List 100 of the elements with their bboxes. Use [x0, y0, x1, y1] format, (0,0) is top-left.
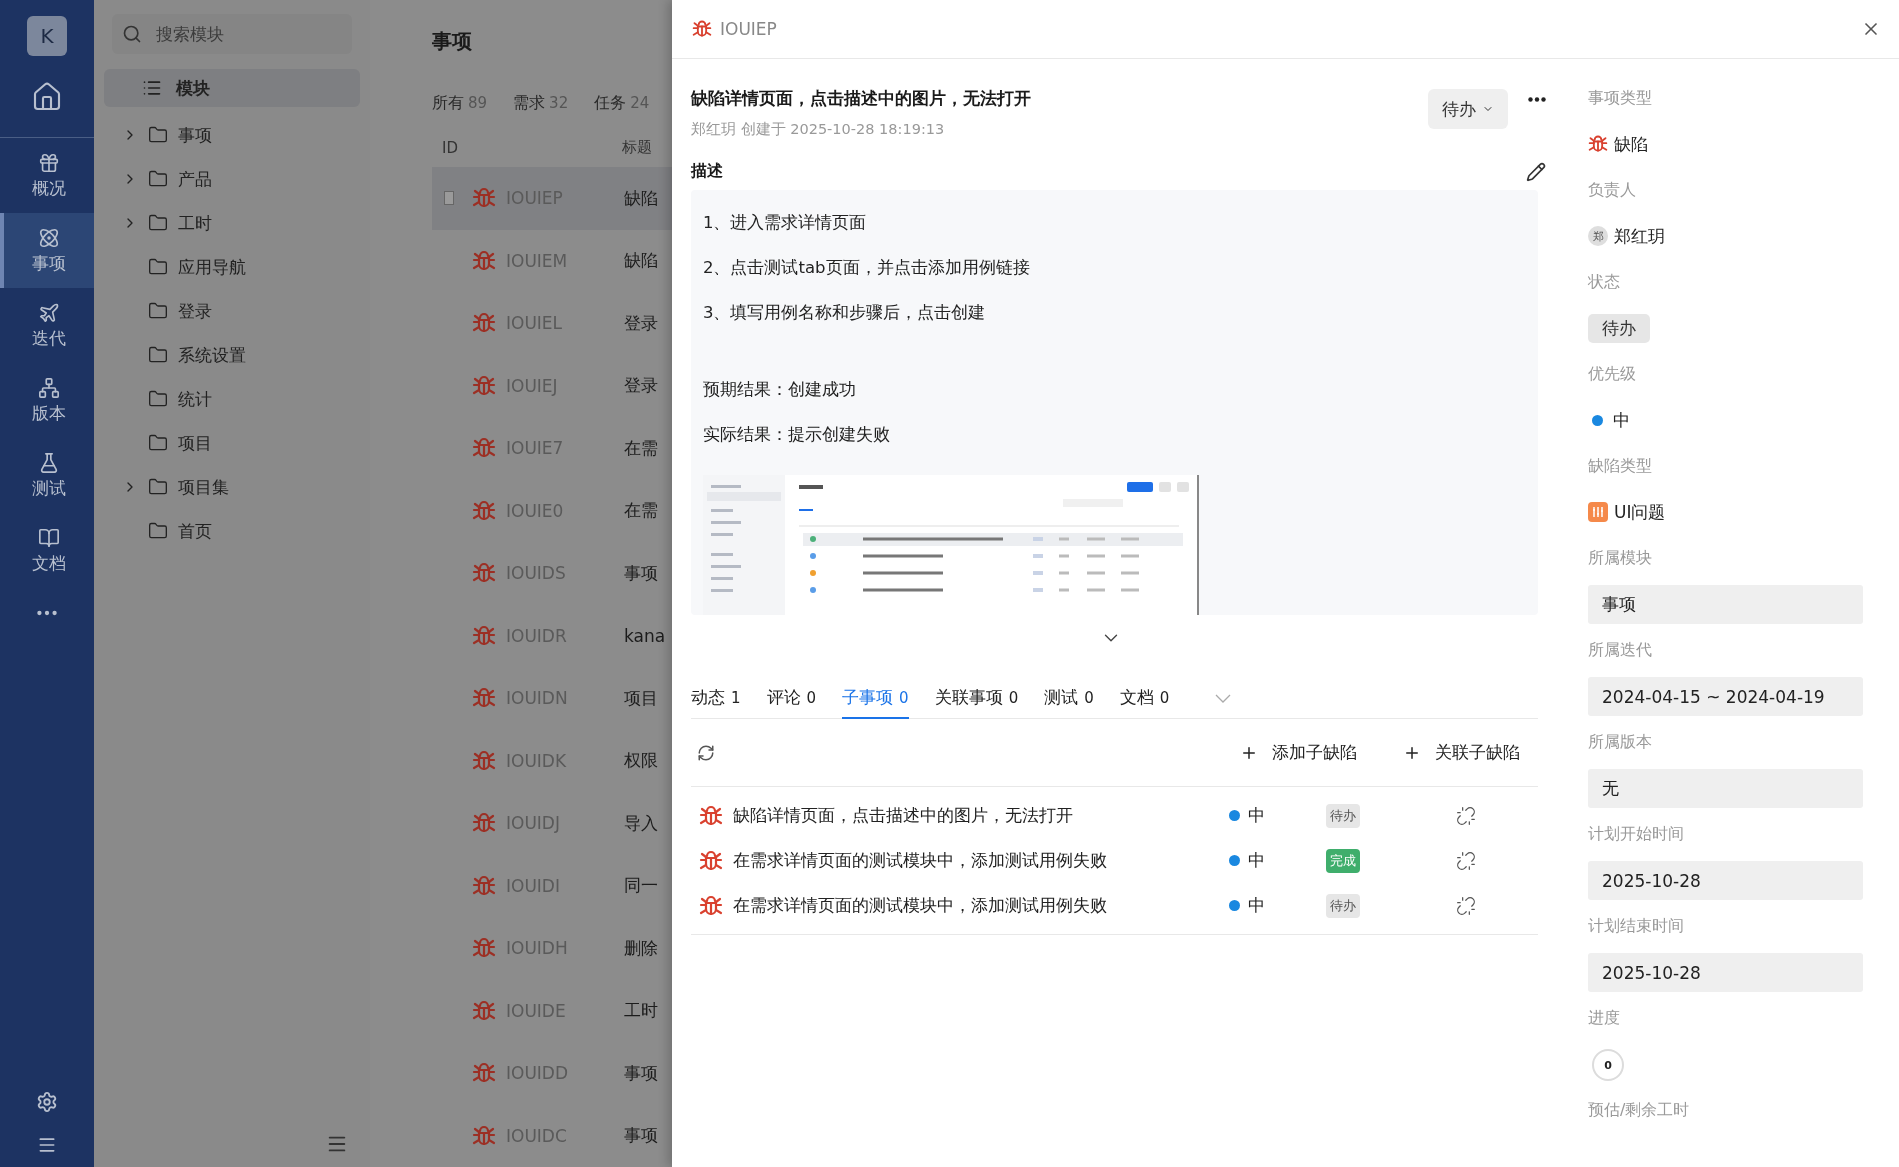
bug-icon: [472, 623, 496, 648]
module-header[interactable]: 模块: [104, 69, 360, 107]
table-cell: 事项: [624, 561, 658, 585]
table-cell: 登录: [624, 374, 658, 398]
field-label: 优先级: [1588, 362, 1637, 385]
bug-icon: [472, 748, 496, 773]
search-field[interactable]: 搜索模块: [112, 14, 352, 54]
refresh-button[interactable]: [697, 743, 715, 762]
tree-item[interactable]: 应用导航: [104, 245, 360, 289]
select-field[interactable]: 2024-04-15 ~ 2024-04-19: [1588, 677, 1863, 716]
item-id: IOUIEP: [720, 19, 777, 39]
folder-icon: [148, 433, 168, 453]
settings-icon[interactable]: [36, 1091, 58, 1113]
search-input[interactable]: 搜索模块: [154, 23, 324, 45]
item-title: 缺陷详情页面，点击描述中的图片，无法打开: [691, 87, 1032, 110]
status-tag: 待办: [1326, 803, 1360, 828]
nav-item[interactable]: 迭代: [0, 288, 94, 363]
tab[interactable]: 测试 0: [1044, 678, 1094, 719]
nav-item[interactable]: 文档: [0, 513, 94, 588]
list-icon: [142, 78, 162, 98]
field-label: 进度: [1588, 1006, 1621, 1029]
folder-icon: [148, 257, 168, 277]
table-cell: 登录: [624, 311, 658, 335]
tree-item[interactable]: 登录: [104, 289, 360, 333]
select-field[interactable]: 无: [1588, 769, 1863, 808]
tab[interactable]: 文档 0: [1119, 678, 1170, 719]
progress-ring: 0: [1592, 1049, 1624, 1081]
add-button[interactable]: 添加子缺陷: [1240, 741, 1357, 764]
table-cell: 删除: [624, 936, 658, 960]
tree-item[interactable]: 事项: [104, 113, 360, 157]
more-button[interactable]: [1528, 97, 1546, 102]
status-tag: 待办: [1326, 893, 1360, 918]
priority-text: 中: [1248, 849, 1266, 872]
nav-icon: [38, 526, 60, 549]
select-field[interactable]: 事项: [1588, 585, 1863, 624]
tab[interactable]: 关联事项 0: [934, 678, 1019, 719]
nav-icon: [38, 301, 60, 324]
row-checkbox[interactable]: [444, 191, 454, 206]
folder-icon: [148, 213, 168, 233]
field-label: 所属迭代: [1588, 638, 1653, 661]
tab[interactable]: 评论 0: [766, 678, 817, 719]
home-icon[interactable]: [31, 80, 63, 113]
tree-item[interactable]: 工时: [104, 201, 360, 245]
nav-icon: [38, 451, 60, 474]
sliders-icon: [1588, 502, 1608, 522]
edit-button[interactable]: [1526, 161, 1546, 182]
tab[interactable]: 子事项 0: [842, 678, 909, 719]
tree-item[interactable]: 系统设置: [104, 333, 360, 377]
folder-icon: [148, 169, 168, 189]
table-cell: 导入: [624, 811, 658, 835]
tab[interactable]: 动态 1: [691, 678, 741, 719]
folder-icon: [148, 477, 168, 497]
user-avatar: 郑: [1588, 226, 1608, 246]
table-cell: 缺陷: [624, 186, 658, 210]
select-field[interactable]: 2025-10-28: [1588, 861, 1863, 900]
field-label: 负责人: [1588, 178, 1637, 201]
bug-icon: [699, 803, 723, 828]
nav-item[interactable]: 版本: [0, 363, 94, 438]
child-item-title[interactable]: 在需求详情页面的测试模块中，添加测试用例失败: [733, 894, 1229, 917]
field-label: 计划结束时间: [1588, 914, 1685, 937]
tree-item[interactable]: 统计: [104, 377, 360, 421]
table-cell: 项目: [624, 686, 658, 710]
description-line: 3、填写用例名称和步骤后，点击创建: [703, 302, 987, 324]
refresh-icon: [697, 743, 715, 762]
field-label: 所属模块: [1588, 546, 1653, 569]
item-meta: 郑红玥 创建于 2025-10-28 18:19:13: [691, 120, 946, 139]
bug-icon: [699, 848, 723, 873]
unlink-button[interactable]: [1456, 895, 1476, 916]
bug-icon: [472, 373, 496, 398]
menu-icon[interactable]: [37, 1135, 57, 1155]
nav-item[interactable]: 概况: [0, 138, 94, 213]
child-item-title[interactable]: 缺陷详情页面，点击描述中的图片，无法打开: [733, 804, 1229, 827]
status-tag: 完成: [1326, 848, 1360, 873]
field-label: 事项类型: [1588, 86, 1653, 109]
add-button[interactable]: 关联子缺陷: [1403, 741, 1520, 764]
bug-icon: [692, 19, 712, 39]
description-line: 预期结果：创建成功: [703, 379, 857, 401]
field-label: 所属版本: [1588, 730, 1653, 753]
tree-item[interactable]: 首页: [104, 509, 360, 553]
child-item-title[interactable]: 在需求详情页面的测试模块中，添加测试用例失败: [733, 849, 1229, 872]
description-line: 1、进入需求详情页面: [703, 212, 868, 234]
nav-item[interactable]: 测试: [0, 438, 94, 513]
section-label: 描述: [691, 161, 723, 182]
page-title: 事项: [432, 28, 473, 55]
nav-item[interactable]: 事项: [0, 213, 94, 288]
tree-item[interactable]: 产品: [104, 157, 360, 201]
status-dropdown[interactable]: 待办: [1428, 89, 1508, 129]
unlink-button[interactable]: [1456, 805, 1476, 826]
bug-icon: [1588, 134, 1608, 154]
tree-item[interactable]: 项目: [104, 421, 360, 465]
more-icon: [1528, 97, 1546, 102]
nav-icon: [38, 376, 60, 399]
column-header: ID: [441, 138, 459, 157]
workspace-avatar[interactable]: K: [27, 16, 67, 56]
field-value: 缺陷: [1614, 132, 1648, 156]
tree-item[interactable]: 项目集: [104, 465, 360, 509]
unlink-button[interactable]: [1456, 850, 1476, 871]
status-tag[interactable]: 待办: [1588, 313, 1650, 343]
select-field[interactable]: 2025-10-28: [1588, 953, 1863, 992]
search-icon: [122, 24, 142, 44]
